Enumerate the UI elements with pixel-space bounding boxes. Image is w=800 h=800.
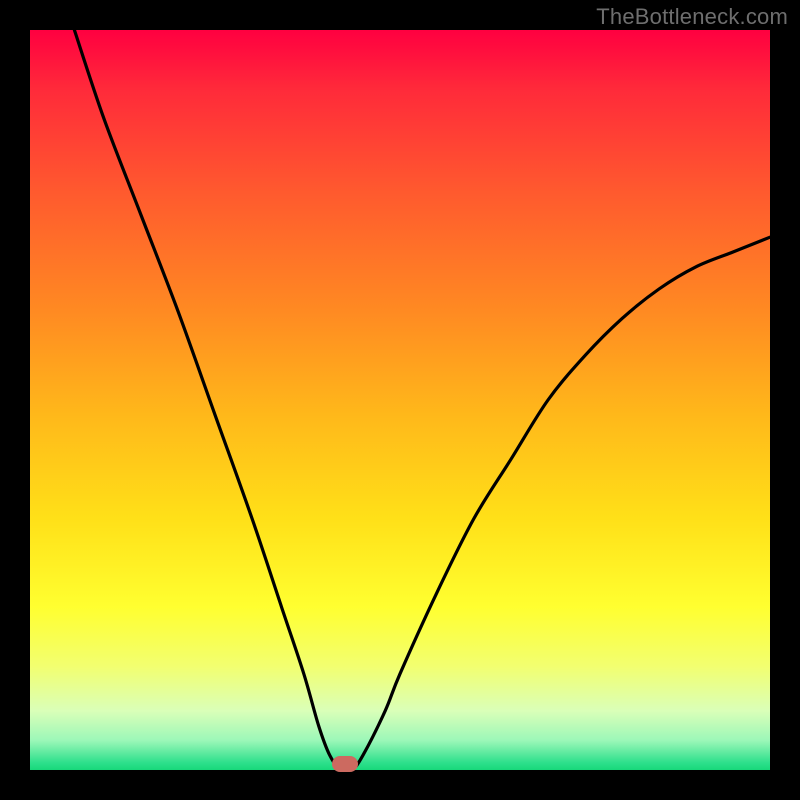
plot-area: [30, 30, 770, 770]
chart-frame: TheBottleneck.com: [0, 0, 800, 800]
bottleneck-curve: [30, 30, 770, 770]
watermark-text: TheBottleneck.com: [596, 4, 788, 30]
optimal-marker: [332, 756, 358, 772]
